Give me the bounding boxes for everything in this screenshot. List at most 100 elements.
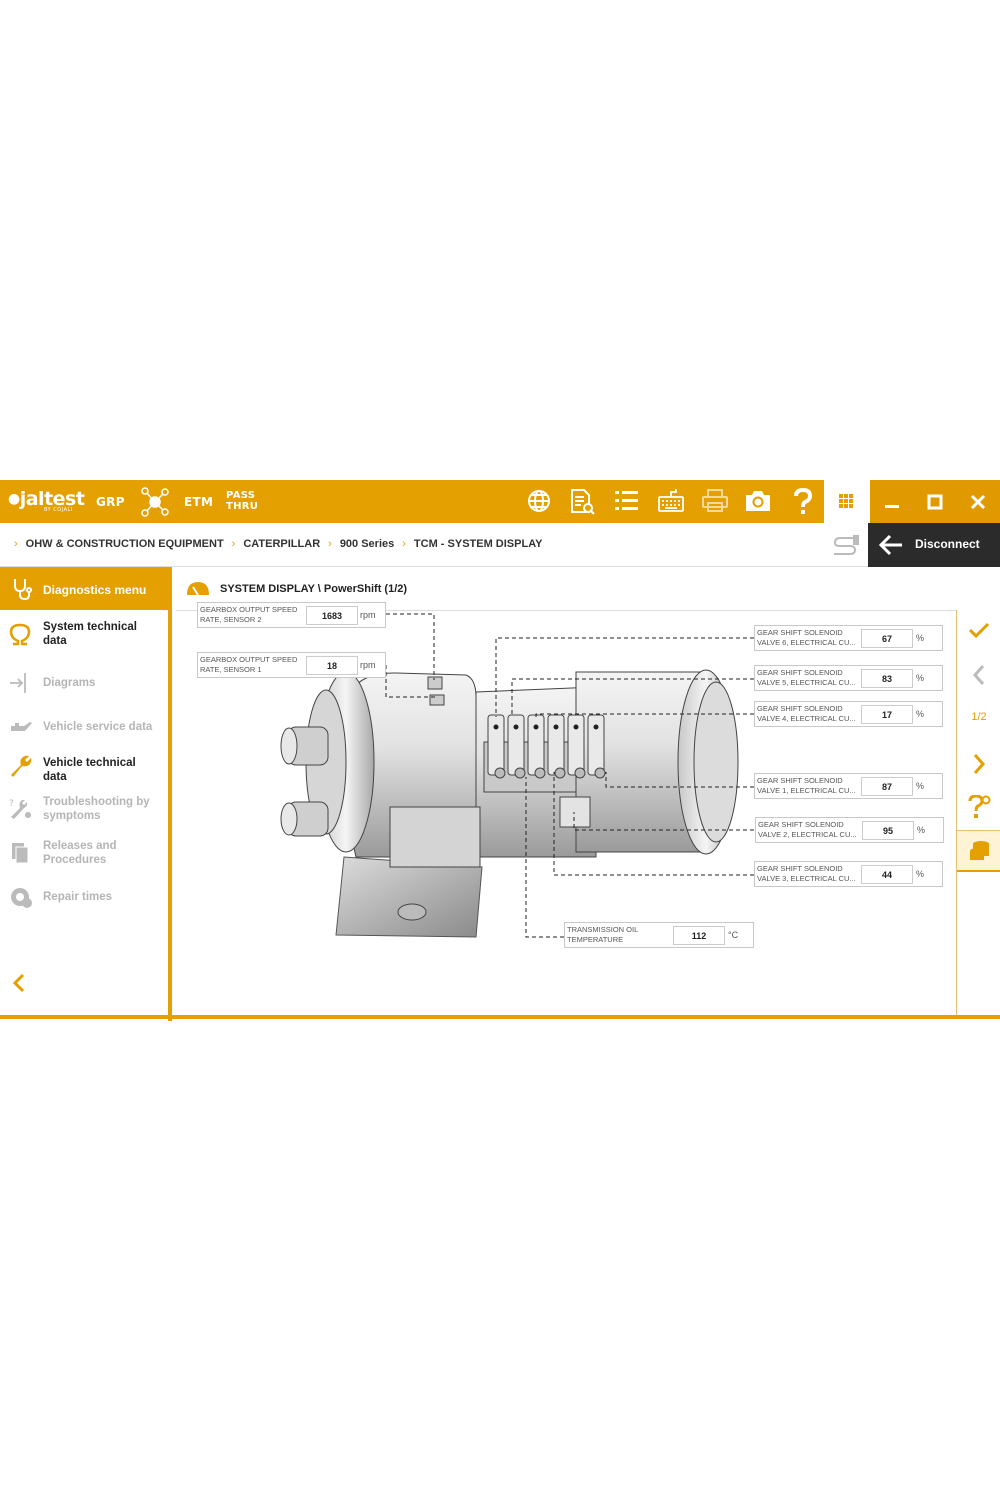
reading-value: 44	[861, 865, 913, 884]
breadcrumb-item-ohw[interactable]: OHW & CONSTRUCTION EQUIPMENT	[26, 538, 224, 550]
reading-label: GEAR SHIFT SOLENOID	[757, 864, 843, 873]
grid-menu-button[interactable]	[824, 480, 868, 523]
confirm-button[interactable]	[957, 610, 1000, 650]
reading-unit: rpm	[360, 610, 376, 620]
arrow-left-icon	[878, 534, 902, 556]
reading-solenoid-valve-4: GEAR SHIFT SOLENOID VALVE 4, ELECTRICAL C…	[754, 701, 943, 727]
document-search-icon[interactable]	[569, 488, 597, 516]
sidebar-item-label: data	[43, 771, 67, 783]
sidebar-item-vehicle-technical-data[interactable]: Vehicle technical data	[0, 749, 168, 783]
reading-label: GEAR SHIFT SOLENOID	[757, 776, 843, 785]
check-icon	[968, 622, 990, 639]
pass-thru-button[interactable]: PASS THRU	[226, 490, 258, 512]
reading-label: GEARBOX OUTPUT SPEED	[200, 605, 298, 614]
chevron-left-icon	[972, 665, 985, 685]
reading-label: TEMPERATURE	[567, 935, 624, 944]
reading-output-speed-sensor-2: GEARBOX OUTPUT SPEED RATE, SENSOR 2 1683 …	[197, 602, 386, 628]
list-icon[interactable]	[614, 488, 642, 516]
wrench-icon	[11, 755, 32, 777]
sidebar-item-label: Vehicle service data	[43, 721, 153, 733]
breadcrumb-item-caterpillar[interactable]: CATERPILLAR	[243, 538, 320, 550]
close-icon[interactable]	[970, 494, 986, 510]
chevron-right-icon	[973, 754, 986, 774]
chevron-right-icon: ›	[328, 538, 332, 550]
reading-unit: %	[917, 825, 926, 835]
sidebar-item-label: data	[43, 635, 67, 647]
reading-label: VALVE 6, ELECTRICAL CU...	[757, 638, 856, 647]
sidebar-item-label: Troubleshooting by	[43, 796, 150, 808]
reading-solenoid-valve-5: GEAR SHIFT SOLENOID VALVE 5, ELECTRICAL C…	[754, 665, 943, 691]
reading-label: GEAR SHIFT SOLENOID	[757, 628, 843, 637]
diagnostics-menu-label: Diagnostics menu	[43, 583, 147, 597]
database-icon	[970, 840, 989, 860]
omega-icon	[9, 623, 31, 646]
reading-value: 1683	[306, 606, 358, 625]
reading-label: VALVE 4, ELECTRICAL CU...	[757, 714, 856, 723]
reading-unit: %	[916, 869, 925, 879]
chevron-left-icon	[12, 973, 25, 993]
breadcrumb-item-tcm[interactable]: TCM - SYSTEM DISPLAY	[414, 538, 543, 550]
right-toolbar: 1/2	[956, 610, 1000, 1015]
reading-label: TRANSMISSION OIL	[567, 925, 639, 934]
printer-icon[interactable]	[701, 488, 729, 516]
disconnect-button[interactable]: Disconnect	[868, 523, 1000, 567]
reading-unit: °C	[728, 930, 739, 940]
reading-value: 87	[861, 777, 913, 796]
sidebar-item-label: Repair times	[43, 891, 113, 903]
reading-solenoid-valve-1: GEAR SHIFT SOLENOID VALVE 1, ELECTRICAL C…	[754, 773, 943, 799]
top-bar: ●jaltest BY COJALI GRP ETM PASS THRU	[0, 480, 1000, 523]
sidebar-item-troubleshooting[interactable]: ? Troubleshooting by symptoms	[0, 793, 168, 827]
reading-label: VALVE 1, ELECTRICAL CU...	[757, 786, 856, 795]
reading-label: RATE, SENSOR 2	[200, 615, 262, 624]
sidebar-item-system-technical-data[interactable]: System technical data	[0, 619, 168, 653]
reading-transmission-oil-temperature: TRANSMISSION OIL TEMPERATURE 112 °C	[564, 922, 754, 948]
reading-solenoid-valve-3: GEAR SHIFT SOLENOID VALVE 3, ELECTRICAL C…	[754, 861, 943, 887]
network-icon[interactable]	[140, 486, 170, 518]
stethoscope-icon	[14, 579, 32, 600]
reading-value: 17	[861, 705, 913, 724]
diagram-icon	[10, 673, 26, 693]
etm-button[interactable]: ETM	[184, 495, 213, 509]
diagnostics-menu-header[interactable]: Diagnostics menu	[0, 567, 168, 610]
connection-status-icon	[833, 535, 859, 555]
reading-unit: %	[916, 709, 925, 719]
pass-thru-line1: PASS	[226, 490, 256, 501]
pass-thru-line2: THRU	[226, 501, 259, 512]
reading-solenoid-valve-2: GEAR SHIFT SOLENOID VALVE 2, ELECTRICAL C…	[755, 817, 944, 843]
reading-label: VALVE 3, ELECTRICAL CU...	[757, 874, 856, 883]
globe-icon[interactable]	[526, 488, 554, 516]
reading-value: 112	[673, 926, 725, 945]
reading-value: 95	[862, 821, 914, 840]
sidebar-item-diagrams[interactable]: Diagrams	[0, 671, 168, 695]
next-page-button[interactable]	[957, 744, 1000, 784]
help-info-button[interactable]	[957, 787, 1000, 827]
sidebar-item-label: Procedures	[43, 854, 107, 866]
reading-unit: %	[916, 781, 925, 791]
jaltest-window: ●jaltest BY COJALI GRP ETM PASS THRU › O…	[0, 480, 1000, 1021]
sidebar-item-repair-times[interactable]: Repair times	[0, 885, 168, 909]
reading-output-speed-sensor-1: GEARBOX OUTPUT SPEED RATE, SENSOR 1 18 rp…	[197, 652, 386, 678]
database-button[interactable]	[957, 830, 1000, 872]
disconnect-label: Disconnect	[915, 537, 980, 551]
reading-label: GEAR SHIFT SOLENOID	[757, 704, 843, 713]
help-settings-icon	[968, 795, 991, 818]
maximize-icon[interactable]	[927, 494, 943, 510]
svg-text:?: ?	[9, 799, 14, 809]
sidebar-item-vehicle-service-data[interactable]: Vehicle service data	[0, 714, 168, 738]
keyboard-icon[interactable]	[658, 488, 686, 516]
reading-label: GEAR SHIFT SOLENOID	[757, 668, 843, 677]
breadcrumb-item-series[interactable]: 900 Series	[340, 538, 394, 550]
oil-can-icon	[11, 722, 32, 731]
reading-solenoid-valve-6: GEAR SHIFT SOLENOID VALVE 6, ELECTRICAL C…	[754, 625, 943, 651]
reading-unit: %	[916, 633, 925, 643]
sidebar-item-releases[interactable]: Releases and Procedures	[0, 837, 168, 871]
sidebar-item-label: Vehicle technical	[43, 757, 136, 769]
camera-icon[interactable]	[744, 488, 772, 516]
grp-button[interactable]: GRP	[96, 495, 125, 509]
minimize-icon[interactable]	[884, 494, 900, 510]
previous-page-button[interactable]	[957, 655, 1000, 695]
window-controls	[868, 480, 1000, 523]
help-icon[interactable]	[792, 487, 820, 516]
sidebar-back-button[interactable]	[10, 971, 30, 995]
chevron-right-icon: ›	[402, 538, 406, 550]
